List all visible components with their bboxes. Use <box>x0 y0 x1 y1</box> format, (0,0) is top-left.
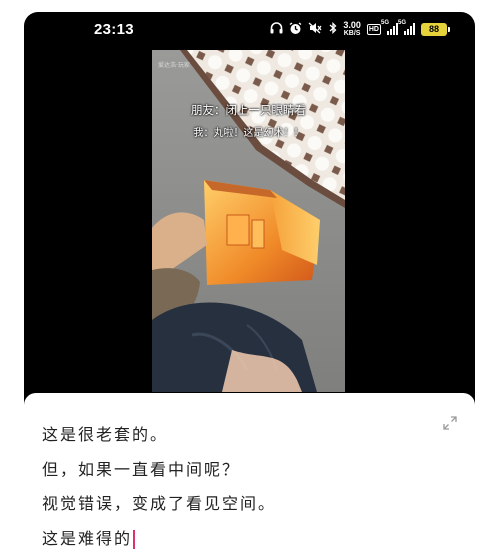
video-caption-line-1: 朋友：闭上一只眼睛看 <box>191 103 306 117</box>
text-caret <box>133 530 135 549</box>
editor-text-line-3[interactable]: 视觉错误，变成了看见空间。 <box>42 490 276 514</box>
hd-badge: HD <box>366 23 381 35</box>
headphones-icon <box>270 22 283 36</box>
editor-text-line-4[interactable]: 这是难得的 <box>42 525 135 549</box>
status-icons: 3.00 KB/S HD 5G 5G 88 <box>270 20 450 38</box>
signal-strength-2: 5G <box>398 20 415 35</box>
network-speed: 3.00 KB/S <box>343 20 361 38</box>
battery-indicator: 88 <box>421 22 450 36</box>
video-frame[interactable]: 爱达浩·玩家 朋友：闭上一只眼睛看 我：丸啦！这是幻术！！ <box>152 50 345 392</box>
bluetooth-icon <box>329 21 337 36</box>
status-bar: 23:13 3.00 KB/S HD 5G 5G 88 <box>24 12 475 50</box>
mute-icon <box>308 22 323 36</box>
expand-icon[interactable] <box>443 415 457 430</box>
editor-text-line-2[interactable]: 但，如果一直看中间呢？ <box>42 456 240 480</box>
editor-text-line-4-content: 这是难得的 <box>42 529 133 548</box>
alarm-icon <box>289 21 302 37</box>
signal-strength-1: 5G <box>381 20 398 35</box>
video-caption-line-2: 我：丸啦！这是幻术！！ <box>193 128 304 139</box>
editor-text-line-1[interactable]: 这是很老套的。 <box>42 421 168 445</box>
video-watermark: 爱达浩·玩家 <box>158 62 190 69</box>
text-editor-sheet[interactable]: 这是很老套的。 但，如果一直看中间呢？ 视觉错误，变成了看见空间。 这是难得的 <box>24 393 475 557</box>
status-time: 23:13 <box>94 21 134 38</box>
